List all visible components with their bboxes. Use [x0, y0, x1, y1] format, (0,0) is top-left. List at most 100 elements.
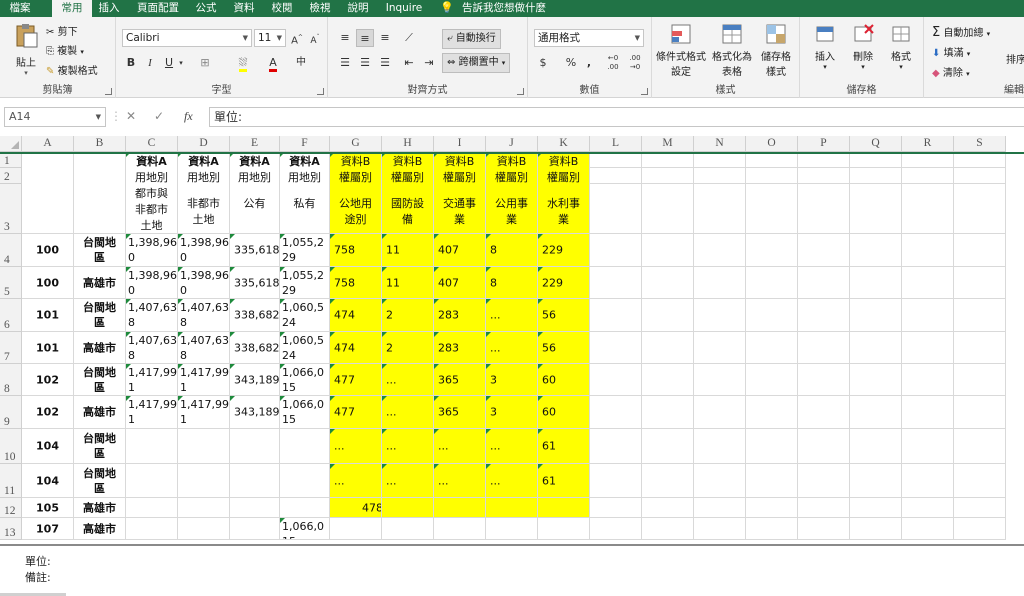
select-all-corner[interactable] — [0, 136, 22, 152]
font-name-select[interactable]: Calibri ▼ — [122, 29, 252, 47]
cell-Q12[interactable] — [850, 498, 902, 518]
cell-N5[interactable] — [694, 267, 746, 299]
cell-L1[interactable] — [590, 152, 642, 168]
cell-E4[interactable]: 335,618 — [230, 234, 280, 267]
row-header-9[interactable]: 9 — [0, 396, 22, 429]
copy-button[interactable]: ⎘ 複製 ▾ — [46, 42, 84, 58]
cell-H8[interactable]: ... — [382, 364, 434, 396]
cell-J5[interactable]: 8 — [486, 267, 538, 299]
cell-R2[interactable] — [902, 168, 954, 184]
cell-J6[interactable]: ... — [486, 299, 538, 332]
align-left-icon[interactable]: ☰ — [336, 54, 354, 72]
font-color-icon[interactable]: A — [264, 54, 282, 72]
header-cell-C[interactable]: 資料A 用地別 都市與 非都市 土地 — [126, 152, 178, 234]
cell-Q3[interactable] — [850, 184, 902, 234]
cell-N9[interactable] — [694, 396, 746, 429]
cell-M12[interactable] — [642, 498, 694, 518]
cell-L4[interactable] — [590, 234, 642, 267]
cell-A5[interactable]: 100 — [22, 267, 74, 299]
cell-M13[interactable] — [642, 518, 694, 540]
row-header-6[interactable]: 6 — [0, 299, 22, 332]
format-cells-button[interactable]: 格式 ▾ — [884, 23, 918, 71]
cell-H9[interactable]: ... — [382, 396, 434, 429]
cell-B13[interactable]: 高雄市 — [74, 518, 126, 540]
column-header-Q[interactable]: Q — [850, 136, 902, 152]
borders-icon[interactable]: ⊞ — [196, 54, 214, 72]
tab-insert[interactable]: 插入 — [92, 0, 126, 17]
cell-B7[interactable]: 高雄市 — [74, 332, 126, 364]
column-header-D[interactable]: D — [178, 136, 230, 152]
cell-R9[interactable] — [902, 396, 954, 429]
align-center-icon[interactable]: ☰ — [356, 54, 374, 72]
cell-S13[interactable] — [954, 518, 1006, 540]
cell-O4[interactable] — [746, 234, 798, 267]
cell-O2[interactable] — [746, 168, 798, 184]
cell-I10[interactable]: ... — [434, 429, 486, 464]
cell-P6[interactable] — [798, 299, 850, 332]
cell-F7[interactable]: 1,060,5 24 — [280, 332, 330, 364]
cell-F11[interactable] — [280, 464, 330, 498]
tab-file[interactable]: 檔案 — [0, 0, 40, 17]
header-cell-E[interactable]: 資料A 用地別 公有 — [230, 152, 280, 234]
cell-O1[interactable] — [746, 152, 798, 168]
cell-S7[interactable] — [954, 332, 1006, 364]
cell-P5[interactable] — [798, 267, 850, 299]
cell-I7[interactable]: 283 — [434, 332, 486, 364]
cell-F13[interactable]: 1,066,015 — [280, 518, 330, 540]
cell-G9[interactable]: 477 — [330, 396, 382, 429]
align-right-icon[interactable]: ☰ — [376, 54, 394, 72]
cell-C4[interactable]: 1,398,96 0 — [126, 234, 178, 267]
cell-A7[interactable]: 101 — [22, 332, 74, 364]
tell-me-search[interactable]: 告訴我您想做什麼 — [462, 0, 562, 17]
column-header-J[interactable]: J — [486, 136, 538, 152]
enter-icon[interactable]: ✓ — [154, 109, 164, 123]
row-header-1[interactable]: 1 — [0, 152, 22, 168]
cell-I4[interactable]: 407 — [434, 234, 486, 267]
cell-O3[interactable] — [746, 184, 798, 234]
cell-M10[interactable] — [642, 429, 694, 464]
cell-P13[interactable] — [798, 518, 850, 540]
cell-C12[interactable] — [126, 498, 178, 518]
cell-D9[interactable]: 1,417,99 1 — [178, 396, 230, 429]
cell-H10[interactable]: ... — [382, 429, 434, 464]
tab-page-layout[interactable]: 頁面配置 — [132, 0, 184, 17]
cell-E7[interactable]: 338,682 — [230, 332, 280, 364]
cell-O6[interactable] — [746, 299, 798, 332]
cell-M1[interactable] — [642, 152, 694, 168]
cell-F12[interactable] — [280, 498, 330, 518]
cell-R12[interactable] — [902, 498, 954, 518]
cell-C6[interactable]: 1,407,63 8 — [126, 299, 178, 332]
row-header-5[interactable]: 5 — [0, 267, 22, 299]
format-as-table-button[interactable]: 格式化為 表格 — [710, 23, 754, 78]
header-cell-K[interactable]: 資料B 權屬別 水利事業 — [538, 152, 590, 234]
cell-M3[interactable] — [642, 184, 694, 234]
column-header-M[interactable]: M — [642, 136, 694, 152]
cell-O11[interactable] — [746, 464, 798, 498]
cell-G4[interactable]: 758 — [330, 234, 382, 267]
increase-decimal-icon[interactable]: ←0.00 — [604, 54, 622, 72]
cell-R1[interactable] — [902, 152, 954, 168]
cell-J12[interactable] — [486, 498, 538, 518]
cell-J8[interactable]: 3 — [486, 364, 538, 396]
header-cell-J[interactable]: 資料B 權屬別 公用事業 — [486, 152, 538, 234]
cell-S12[interactable] — [954, 498, 1006, 518]
cell-P9[interactable] — [798, 396, 850, 429]
tab-view[interactable]: 檢視 — [304, 0, 336, 17]
cell-F8[interactable]: 1,066,0 15 — [280, 364, 330, 396]
cell-O10[interactable] — [746, 429, 798, 464]
insert-function-icon[interactable]: fx — [184, 109, 193, 124]
cell-H6[interactable]: 2 — [382, 299, 434, 332]
cell-I6[interactable]: 283 — [434, 299, 486, 332]
column-header-L[interactable]: L — [590, 136, 642, 152]
cell-S2[interactable] — [954, 168, 1006, 184]
row-header-2[interactable]: 2 — [0, 168, 22, 184]
header-cell-B[interactable] — [74, 152, 126, 234]
cell-A12[interactable]: 105 — [22, 498, 74, 518]
cell-M7[interactable] — [642, 332, 694, 364]
font-size-select[interactable]: 11 ▼ — [254, 29, 286, 47]
cell-Q2[interactable] — [850, 168, 902, 184]
cell-P11[interactable] — [798, 464, 850, 498]
header-cell-G[interactable]: 資料B 權屬別 公地用 途別 — [330, 152, 382, 234]
shrink-font-button[interactable]: Aˇ — [306, 29, 324, 47]
underline-dropdown-icon[interactable]: ▾ — [176, 54, 186, 72]
